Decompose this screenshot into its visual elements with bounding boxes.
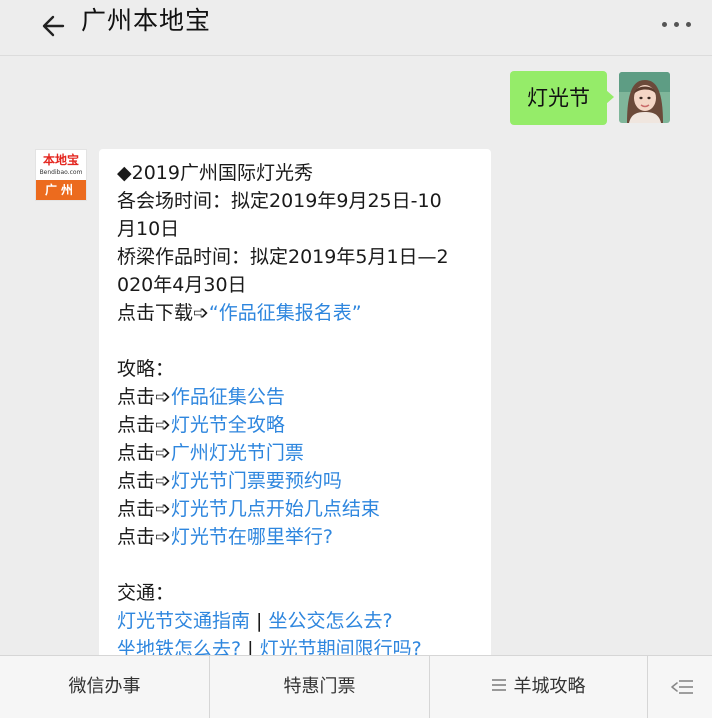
guide-link-full-guide[interactable]: 灯光节全攻略 <box>171 414 285 436</box>
back-button[interactable] <box>38 9 72 43</box>
bridge-time-line: 桥梁作品时间：拟定2019年5月1日—2 <box>117 246 449 268</box>
chat-title: 广州本地宝 <box>81 6 212 35</box>
guide-item: 点击➩灯光节全攻略 <box>117 411 473 439</box>
top-bar: 广州本地宝 <box>0 0 712 56</box>
bridge-time-line-cont: 020年4月30日 <box>117 274 247 296</box>
download-line: 点击下载➩“作品征集报名表” <box>117 299 473 327</box>
download-prefix: 点击下载➩ <box>117 302 209 324</box>
logo-text: 本地宝 <box>42 153 79 167</box>
bottom-menu: 微信办事 特惠门票 羊城攻略 <box>0 655 712 718</box>
list-icon <box>491 679 506 691</box>
bot-avatar[interactable]: 本地宝 Bendibao.com 广州 <box>35 149 87 201</box>
menu-discount-tickets[interactable]: 特惠门票 <box>210 656 430 718</box>
click-prefix: 点击➩ <box>117 414 171 436</box>
guide-item: 点击➩灯光节在哪里举行? <box>117 523 473 551</box>
click-prefix: 点击➩ <box>117 526 171 548</box>
guide-item: 点击➩灯光节门票要预约吗 <box>117 467 473 495</box>
traffic-guide-link[interactable]: 灯光节交通指南 <box>117 610 250 632</box>
click-prefix: 点击➩ <box>117 470 171 492</box>
menu-city-guide-label: 羊城攻略 <box>513 676 586 697</box>
guide-link-announcement[interactable]: 作品征集公告 <box>171 386 285 408</box>
more-button[interactable] <box>662 19 694 31</box>
guide-label: 攻略： <box>117 358 175 380</box>
click-prefix: 点击➩ <box>117 386 171 408</box>
user-avatar[interactable] <box>619 72 670 123</box>
arrow-left-icon <box>42 15 65 37</box>
guide-link-location[interactable]: 灯光节在哪里举行? <box>171 526 333 548</box>
guide-link-reservation[interactable]: 灯光节门票要预约吗 <box>171 470 342 492</box>
guide-item: 点击➩作品征集公告 <box>117 383 473 411</box>
guide-item: 点击➩灯光节几点开始几点结束 <box>117 495 473 523</box>
venue-time-line: 各会场时间：拟定2019年9月25日-10 <box>117 190 442 212</box>
logo-subtext: Bendibao.com <box>39 169 83 176</box>
click-prefix: 点击➩ <box>117 498 171 520</box>
logo-city: 广州 <box>36 180 86 200</box>
keyboard-toggle-icon <box>671 680 693 694</box>
download-form-link[interactable]: “作品征集报名表” <box>209 302 362 324</box>
keyboard-toggle-button[interactable] <box>648 656 712 718</box>
bus-link[interactable]: 坐公交怎么去? <box>269 610 393 632</box>
guide-item: 点击➩广州灯光节门票 <box>117 439 473 467</box>
venue-time-line-cont: 月10日 <box>117 218 180 240</box>
menu-wechat-services[interactable]: 微信办事 <box>0 656 210 718</box>
chat-screen: 广州本地宝 灯光节 本地宝 Bendibao.com 广州 ◆2019广州国际灯… <box>0 0 712 718</box>
separator: | <box>250 610 269 632</box>
event-title: ◆2019广州国际灯光秀 <box>117 162 313 184</box>
guide-link-hours[interactable]: 灯光节几点开始几点结束 <box>171 498 380 520</box>
menu-city-guide[interactable]: 羊城攻略 <box>430 656 648 718</box>
traffic-label: 交通： <box>117 582 175 604</box>
message-content: ◆2019广州国际灯光秀 各会场时间：拟定2019年9月25日-10 月10日 … <box>117 159 473 663</box>
guide-link-tickets[interactable]: 广州灯光节门票 <box>171 442 304 464</box>
outgoing-message: 灯光节 <box>510 71 614 125</box>
incoming-message: ◆2019广州国际灯光秀 各会场时间：拟定2019年9月25日-10 月10日 … <box>99 149 491 669</box>
click-prefix: 点击➩ <box>117 442 171 464</box>
more-dots-icon <box>662 22 667 27</box>
traffic-line: 灯光节交通指南 | 坐公交怎么去? <box>117 607 473 635</box>
